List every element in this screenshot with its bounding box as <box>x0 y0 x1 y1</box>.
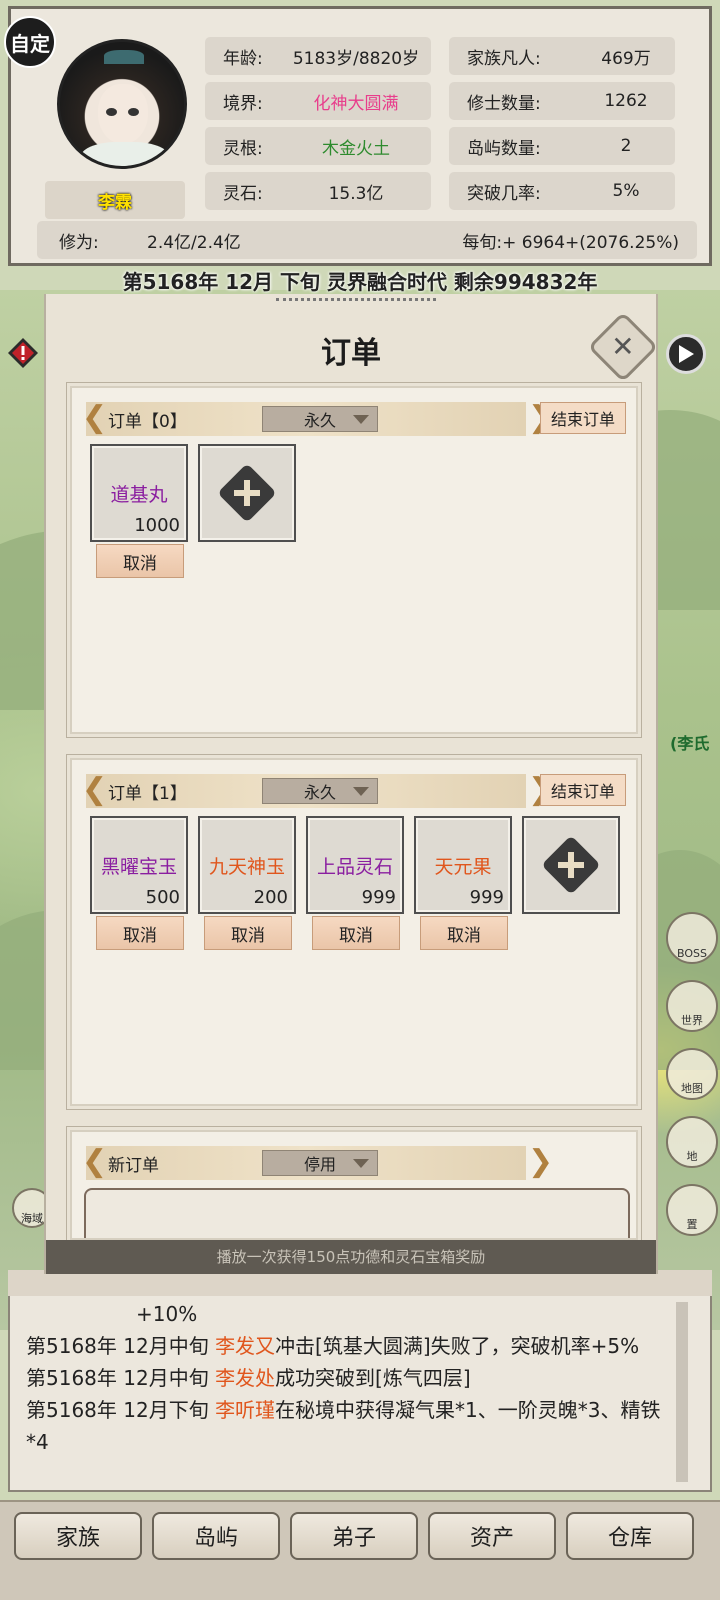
arrow-left-icon[interactable]: ❮ <box>82 773 107 809</box>
order-header: ❮ 订单【1】 永久 ❯ <box>82 773 553 808</box>
stat-breakthrough: 突破几率: 5% <box>449 172 675 210</box>
stat-root-value: 木金火土 <box>322 138 390 159</box>
cancel-button[interactable]: 取消 <box>312 916 400 950</box>
warning-icon[interactable] <box>6 336 40 370</box>
nav-clan-button[interactable]: 家族 <box>14 1512 142 1560</box>
cultivation-rate: 每旬:+ 6964+(2076.25%) <box>462 232 679 253</box>
order-item-slot[interactable]: 九天神玉 200 <box>198 816 296 914</box>
cancel-button[interactable]: 取消 <box>96 544 184 578</box>
stat-realm-value: 化神大圆满 <box>313 93 399 114</box>
order-card-0: ❮ 订单【0】 永久 ❯ 结束订单 道基丸 1000 取消 <box>66 382 642 738</box>
new-order-mode-select[interactable]: 停用 <box>262 1150 378 1176</box>
modal-title: 订单 <box>321 336 381 371</box>
add-item-button[interactable] <box>198 444 296 542</box>
stat-islands: 岛屿数量: 2 <box>449 127 675 165</box>
stat-cultivators: 修士数量: 1262 <box>449 82 675 120</box>
end-order-button[interactable]: 结束订单 <box>540 402 626 434</box>
order-header: ❮ 订单【0】 永久 ❯ <box>82 401 553 436</box>
log-line: 第5168年 12月中旬 李发又冲击[筑基大圆满]失败了，突破机率+5% <box>26 1334 640 1358</box>
order-item-slot[interactable]: 天元果 999 <box>414 816 512 914</box>
stat-spirit-stone-value: 15.3亿 <box>328 183 384 204</box>
close-icon: ✕ <box>611 330 635 363</box>
game-date: 第5168年 12月 下旬 灵界融合时代 剩余994832年 <box>122 270 598 294</box>
stat-mortals: 家族凡人: 469万 <box>449 37 675 75</box>
cancel-button[interactable]: 取消 <box>204 916 292 950</box>
end-order-button[interactable]: 结束订单 <box>540 774 626 806</box>
cultivation-value: 2.4亿/2.4亿 <box>147 232 241 253</box>
arrow-right-icon[interactable]: ❯ <box>528 1145 553 1181</box>
caret-down-icon <box>353 415 369 424</box>
new-order-card: ❮ 新订单 停用 ❯ <box>66 1126 642 1244</box>
clan-map-label: (李氏 <box>670 734 710 753</box>
settings-icon[interactable]: 置 <box>666 1184 718 1236</box>
new-order-title: 新订单 <box>108 1155 159 1176</box>
new-order-area[interactable] <box>84 1188 630 1238</box>
caret-down-icon <box>353 787 369 796</box>
event-log[interactable]: +10% 第5168年 12月中旬 李发又冲击[筑基大圆满]失败了，突破机率+5… <box>8 1292 712 1492</box>
stat-spirit-stone: 灵石: 15.3亿 <box>205 172 431 210</box>
order-item-slot[interactable]: 上品灵石 999 <box>306 816 404 914</box>
map-icon[interactable]: 地图 <box>666 1048 718 1100</box>
bottom-nav: 家族 岛屿 弟子 资产 仓库 <box>0 1500 720 1600</box>
cancel-button[interactable]: 取消 <box>96 916 184 950</box>
world-icon[interactable]: 世界 <box>666 980 718 1032</box>
plus-icon <box>217 463 277 523</box>
status-panel: 李霖 年龄: 5183岁/8820岁 境界: 化神大圆满 灵根: 木金火土 灵石… <box>8 6 712 266</box>
avatar[interactable] <box>57 39 187 169</box>
order-title: 订单【1】 <box>108 783 187 804</box>
custom-badge[interactable]: 自定 <box>4 16 56 68</box>
order-mode-select[interactable]: 永久 <box>262 406 378 432</box>
order-item-slot[interactable]: 道基丸 1000 <box>90 444 188 542</box>
order-mode-select[interactable]: 永久 <box>262 778 378 804</box>
land-icon[interactable]: 地 <box>666 1116 718 1168</box>
cultivation-bar: 修为: 2.4亿/2.4亿 每旬:+ 6964+(2076.25%) <box>37 221 697 259</box>
arrow-left-icon[interactable]: ❮ <box>82 1145 107 1181</box>
nav-assets-button[interactable]: 资产 <box>428 1512 556 1560</box>
nav-warehouse-button[interactable]: 仓库 <box>566 1512 694 1560</box>
log-line: 第5168年 12月下旬 李听瑾在秘境中获得凝气果*1、一阶灵魄*3、精铁*4 <box>26 1398 661 1454</box>
order-title: 订单【0】 <box>108 411 187 432</box>
cancel-button[interactable]: 取消 <box>420 916 508 950</box>
log-line: 第5168年 12月中旬 李发处成功突破到[炼气四层] <box>26 1366 471 1390</box>
character-name: 李霖 <box>45 181 185 219</box>
boss-icon[interactable]: BOSS <box>666 912 718 964</box>
reward-ad-text: 播放一次获得150点功德和灵石宝箱奖励 <box>216 1248 486 1266</box>
new-order-header: ❮ 新订单 停用 ❯ <box>82 1145 553 1180</box>
stat-age: 年龄: 5183岁/8820岁 <box>205 37 431 75</box>
stat-realm: 境界: 化神大圆满 <box>205 82 431 120</box>
order-card-1: ❮ 订单【1】 永久 ❯ 结束订单 黑曜宝玉 500 九天神玉 200 上品灵石… <box>66 754 642 1110</box>
stat-root: 灵根: 木金火土 <box>205 127 431 165</box>
stat-age-value: 5183岁/8820岁 <box>292 48 420 69</box>
order-item-slot[interactable]: 黑曜宝玉 500 <box>90 816 188 914</box>
order-modal: 订单 ✕ ❮ 订单【0】 永久 ❯ 结束订单 道基丸 1000 取消 ❮ 订单【… <box>44 294 659 1274</box>
add-item-button[interactable] <box>522 816 620 914</box>
divider <box>276 298 436 308</box>
nav-island-button[interactable]: 岛屿 <box>152 1512 280 1560</box>
modal-footer: 播放一次获得150点功德和灵石宝箱奖励 <box>46 1240 656 1274</box>
arrow-left-icon[interactable]: ❮ <box>82 401 107 437</box>
log-line: +10% <box>136 1302 198 1326</box>
caret-down-icon <box>353 1159 369 1168</box>
play-icon[interactable] <box>666 334 706 374</box>
plus-icon <box>541 835 601 895</box>
log-scrollbar[interactable] <box>676 1302 688 1482</box>
nav-disciple-button[interactable]: 弟子 <box>290 1512 418 1560</box>
